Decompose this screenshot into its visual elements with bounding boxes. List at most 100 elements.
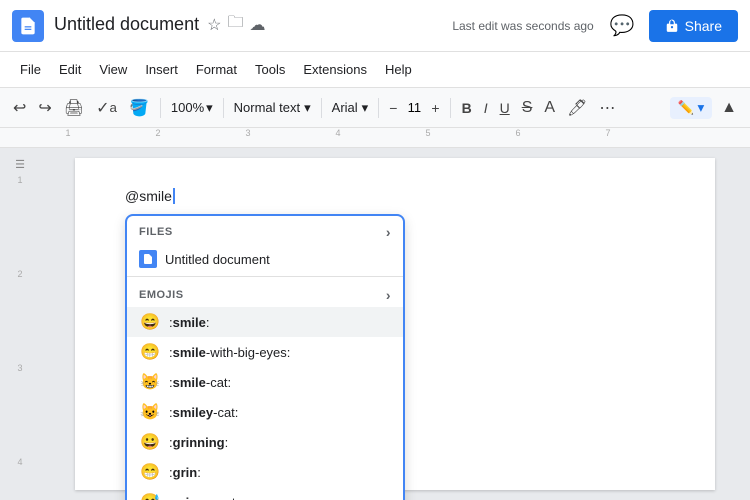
emoji-label-5: :grin: [169, 465, 201, 480]
page[interactable]: @smile FILES › Untitled document [75, 158, 715, 490]
typed-text: @smile [125, 188, 172, 204]
font-size-increase[interactable]: + [427, 94, 443, 122]
doc-title[interactable]: Untitled document [54, 14, 199, 35]
underline-button[interactable]: U [495, 94, 515, 122]
ruler-num-5: 5 [425, 128, 430, 138]
font-dropdown-icon: ▾ [362, 100, 369, 116]
menu-extensions[interactable]: Extensions [295, 58, 375, 81]
menu-bar: File Edit View Insert Format Tools Exten… [0, 52, 750, 88]
emoji-label-3: :smiley-cat: [169, 405, 238, 420]
title-icons: ☆ 🗀 ☁ [207, 11, 265, 38]
folder-icon[interactable]: 🗀 [227, 11, 243, 38]
font-size-control: − 11 + [385, 94, 443, 122]
emoji-item-4[interactable]: 😀:grinning: [127, 427, 403, 457]
redo-button[interactable]: ↪ [33, 94, 56, 122]
share-button[interactable]: Share [649, 10, 738, 42]
text-color-button[interactable]: A [539, 94, 560, 122]
menu-view[interactable]: View [91, 58, 135, 81]
spellcheck-button[interactable]: ✓a [91, 94, 122, 122]
emojis-label: EMOJIS [139, 289, 184, 301]
editing-mode-button[interactable]: ✏️ ▾ [670, 97, 712, 119]
emojis-section-header[interactable]: EMOJIS › [127, 279, 403, 307]
cloud-icon[interactable]: ☁ [249, 15, 265, 35]
menu-file[interactable]: File [12, 58, 49, 81]
bold-button[interactable]: B [457, 94, 477, 122]
emoji-list: 😄 :smile: 😁:smile-with-big-eyes: 😸 :smile-ca… [127, 307, 403, 500]
last-edit-text: Last edit was seconds ago [452, 19, 593, 33]
toolbar: ↩ ↪ 🖨 ✓a 🪣 100% ▾ Normal text ▾ Arial ▾ … [0, 88, 750, 128]
app-icon[interactable] [12, 10, 44, 42]
separator-4 [378, 98, 379, 118]
emoji-glyph-2: 😸 [139, 372, 161, 392]
emoji-item-3[interactable]: 😺:smiley-cat: [127, 397, 403, 427]
more-options-button[interactable]: ⋯ [594, 94, 620, 122]
comment-button[interactable]: 💬 [606, 9, 639, 42]
ruler-num-1: 1 [65, 128, 70, 138]
font-select[interactable]: Arial ▾ [328, 98, 373, 118]
zoom-select[interactable]: 100% ▾ [167, 98, 217, 118]
ruler-num-4: 4 [335, 128, 340, 138]
emoji-item-2[interactable]: 😸 :smile-cat: [127, 367, 403, 397]
font-value: Arial [332, 100, 358, 115]
undo-button[interactable]: ↩ [8, 94, 31, 122]
file-doc-icon [139, 250, 157, 268]
emoji-label-4: :grinning: [169, 435, 228, 450]
italic-button[interactable]: I [479, 94, 493, 122]
title-section: Untitled document ☆ 🗀 ☁ [54, 11, 452, 40]
emoji-glyph-1: 😁 [139, 342, 161, 362]
emoji-item-1[interactable]: 😁:smile-with-big-eyes: [127, 337, 403, 367]
ruler-content: 1 2 3 4 5 6 7 [8, 128, 742, 147]
star-icon[interactable]: ☆ [207, 15, 221, 35]
collapse-button[interactable]: ▲ [716, 94, 742, 122]
emoji-label-6: :grin-sweat: [169, 495, 239, 500]
zoom-value: 100% [171, 100, 204, 115]
doc-title-row: Untitled document ☆ 🗀 ☁ [54, 11, 452, 38]
files-section-header[interactable]: FILES › [127, 216, 403, 244]
typed-text-area: @smile [125, 188, 665, 204]
autocomplete-dropdown: FILES › Untitled document EMOJIS › [125, 214, 405, 500]
print-button[interactable]: 🖨 [59, 94, 89, 122]
emoji-glyph-6: 😅 [139, 492, 161, 500]
files-chevron-icon: › [386, 224, 391, 240]
editing-dropdown-icon: ▾ [697, 100, 704, 116]
menu-tools[interactable]: Tools [247, 58, 293, 81]
emoji-glyph-5: 😁 [139, 462, 161, 482]
emoji-item-0[interactable]: 😄 :smile: [127, 307, 403, 337]
emoji-item-6[interactable]: 😅 :grin-sweat: [127, 487, 403, 500]
font-size-value[interactable]: 11 [403, 100, 425, 115]
strikethrough-button[interactable]: S [517, 94, 538, 122]
ac-divider [127, 276, 403, 277]
menu-edit[interactable]: Edit [51, 58, 89, 81]
doc-area: ☰ 1 2 3 4 @smile FILES › [0, 148, 750, 500]
margin-num-4: 4 [17, 457, 22, 467]
style-dropdown-icon: ▾ [304, 100, 311, 116]
doc-content: @smile FILES › Untitled document [40, 148, 750, 500]
separator-2 [223, 98, 224, 118]
margin-num-2: 2 [17, 269, 22, 279]
lock-icon [665, 19, 679, 33]
separator-5 [450, 98, 451, 118]
share-label: Share [685, 18, 722, 34]
emoji-label-0: :smile: [169, 315, 210, 330]
file-item-untitled[interactable]: Untitled document [127, 244, 403, 274]
separator-3 [321, 98, 322, 118]
ruler-num-6: 6 [515, 128, 520, 138]
file-name: Untitled document [165, 252, 270, 267]
emoji-label-2: :smile-cat: [169, 375, 231, 390]
paint-format-button[interactable]: 🪣 [124, 94, 154, 122]
menu-insert[interactable]: Insert [137, 58, 186, 81]
emojis-chevron-icon: › [386, 287, 391, 303]
style-select[interactable]: Normal text ▾ [230, 98, 315, 118]
menu-help[interactable]: Help [377, 58, 420, 81]
separator-1 [160, 98, 161, 118]
emoji-glyph-0: 😄 [139, 312, 161, 332]
emoji-item-5[interactable]: 😁 :grin: [127, 457, 403, 487]
toolbar-right: ✏️ ▾ ▲ [670, 94, 742, 122]
ruler: 1 2 3 4 5 6 7 [0, 128, 750, 148]
text-cursor [173, 188, 175, 204]
ruler-num-2: 2 [155, 128, 160, 138]
outline-icon[interactable]: ☰ [15, 158, 25, 171]
font-size-decrease[interactable]: − [385, 94, 401, 122]
highlight-button[interactable]: 🖊 [562, 94, 592, 122]
menu-format[interactable]: Format [188, 58, 245, 81]
